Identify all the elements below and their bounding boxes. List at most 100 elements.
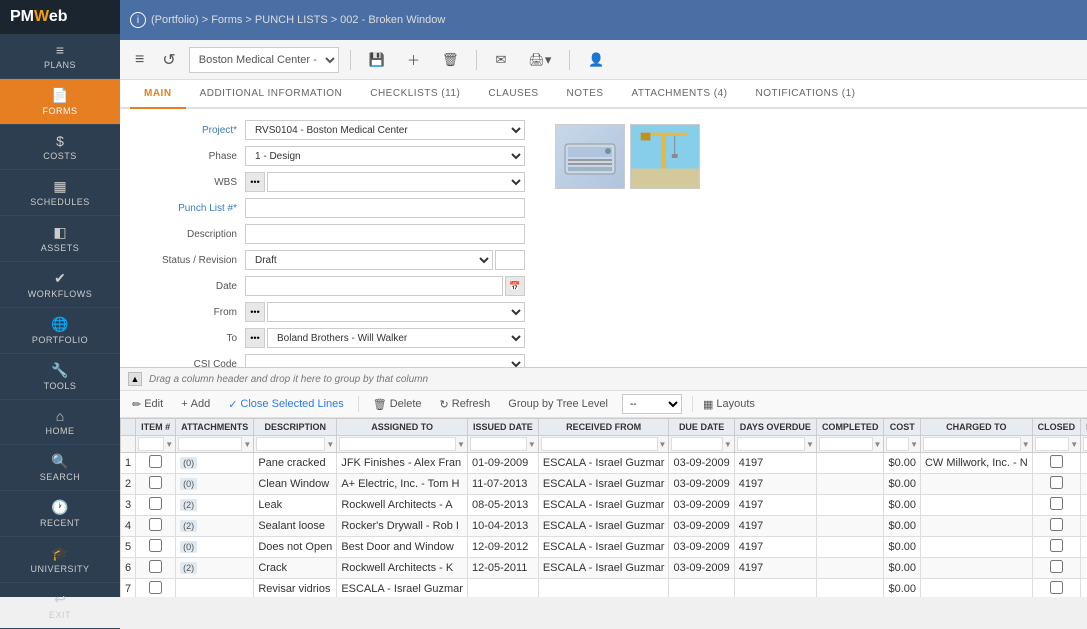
row-closed[interactable] bbox=[1032, 516, 1081, 537]
tab-attachments[interactable]: ATTACHMENTS (4) bbox=[618, 80, 742, 109]
row-select-checkbox[interactable] bbox=[149, 455, 162, 468]
row-checkbox[interactable] bbox=[136, 537, 176, 558]
row-checkbox[interactable] bbox=[136, 474, 176, 495]
row-closed[interactable] bbox=[1032, 579, 1081, 598]
col-received-from[interactable]: RECEIVED FROM bbox=[538, 419, 669, 436]
collapse-button[interactable]: ▲ bbox=[128, 372, 142, 386]
row-closed[interactable] bbox=[1032, 474, 1081, 495]
filter-closed-input[interactable] bbox=[1035, 437, 1070, 451]
row-closed-checkbox[interactable] bbox=[1050, 581, 1063, 594]
sidebar-item-recent[interactable]: 🕐 RECENT bbox=[0, 491, 120, 537]
filter-issued-input[interactable] bbox=[470, 437, 527, 451]
col-due-date[interactable]: DUE DATE bbox=[669, 419, 734, 436]
description-input[interactable]: Broken Window bbox=[245, 224, 525, 244]
sidebar-item-university[interactable]: 🎓 UNIVERSITY bbox=[0, 537, 120, 583]
row-select-checkbox[interactable] bbox=[149, 581, 162, 594]
tree-level-select[interactable]: -- bbox=[622, 394, 682, 414]
filter-notes-input[interactable] bbox=[1083, 437, 1087, 451]
sidebar-item-portfolio[interactable]: 🌐 PORTFOLIO bbox=[0, 308, 120, 354]
sidebar-item-workflows[interactable]: ✔ WORKFLOWS bbox=[0, 262, 120, 308]
from-select[interactable] bbox=[267, 302, 525, 322]
row-select-checkbox[interactable] bbox=[149, 476, 162, 489]
sidebar-item-search[interactable]: 🔍 SEARCH bbox=[0, 445, 120, 491]
sidebar-item-costs[interactable]: $ COSTS bbox=[0, 125, 120, 170]
group-by-button[interactable]: Group by Tree Level bbox=[504, 396, 612, 412]
row-checkbox[interactable] bbox=[136, 558, 176, 579]
filter-assigned-input[interactable] bbox=[339, 437, 456, 451]
sidebar-item-schedules[interactable]: ▦ SCHEDULES bbox=[0, 170, 120, 216]
table-row[interactable]: 1(0)Pane crackedJFK Finishes - Alex Fran… bbox=[121, 453, 1087, 474]
filter-charged-input[interactable] bbox=[923, 437, 1021, 451]
row-closed-checkbox[interactable] bbox=[1050, 539, 1063, 552]
record-selector[interactable]: Boston Medical Center - 002 - Broke bbox=[189, 47, 339, 73]
row-closed[interactable] bbox=[1032, 453, 1081, 474]
row-closed-checkbox[interactable] bbox=[1050, 497, 1063, 510]
table-row[interactable]: 3(2)LeakRockwell Architects - A08-05-201… bbox=[121, 495, 1087, 516]
row-checkbox[interactable] bbox=[136, 579, 176, 598]
col-completed[interactable]: COMPLETED bbox=[816, 419, 884, 436]
sidebar-item-tools[interactable]: 🔧 TOOLS bbox=[0, 354, 120, 400]
undo-button[interactable]: ↺ bbox=[157, 47, 180, 73]
sidebar-item-exit[interactable]: ↩ EXIT bbox=[0, 583, 120, 629]
add-row-button[interactable]: + Add bbox=[177, 396, 214, 412]
status-select[interactable]: Draft bbox=[245, 250, 493, 270]
revision-input[interactable]: 0 bbox=[495, 250, 525, 270]
tab-checklists[interactable]: CHECKLISTS (11) bbox=[356, 80, 474, 109]
close-selected-button[interactable]: ✓ Close Selected Lines bbox=[224, 396, 348, 413]
project-select[interactable]: RVS0104 - Boston Medical Center bbox=[245, 120, 525, 140]
filter-received-input[interactable] bbox=[541, 437, 658, 451]
filter-desc-input[interactable] bbox=[256, 437, 325, 451]
filter-due-input[interactable] bbox=[671, 437, 722, 451]
filter-cost-input[interactable] bbox=[886, 437, 909, 451]
tab-clauses[interactable]: CLAUSES bbox=[474, 80, 552, 109]
menu-button[interactable]: ≡ bbox=[130, 48, 149, 72]
row-select-checkbox[interactable] bbox=[149, 560, 162, 573]
grid-table-container[interactable]: ITEM # ATTACHMENTS DESCRIPTION ASSIGNED … bbox=[120, 418, 1087, 597]
sidebar-item-plans[interactable]: ≡ PLANS bbox=[0, 34, 120, 79]
save-button[interactable]: 💾 bbox=[362, 48, 392, 72]
filter-completed-input[interactable] bbox=[819, 437, 873, 451]
user-button[interactable]: 👤 bbox=[581, 48, 611, 72]
col-notes[interactable]: NOTES bbox=[1081, 419, 1087, 436]
to-select[interactable]: Boland Brothers - Will Walker bbox=[267, 328, 525, 348]
date-picker-button[interactable]: 📅 bbox=[505, 276, 525, 296]
table-row[interactable]: 5(0)Does not OpenBest Door and Window12-… bbox=[121, 537, 1087, 558]
row-select-checkbox[interactable] bbox=[149, 539, 162, 552]
sidebar-item-home[interactable]: ⌂ HOME bbox=[0, 400, 120, 445]
col-attachments[interactable]: ATTACHMENTS bbox=[176, 419, 254, 436]
wbs-select[interactable] bbox=[267, 172, 525, 192]
row-closed-checkbox[interactable] bbox=[1050, 518, 1063, 531]
row-checkbox[interactable] bbox=[136, 453, 176, 474]
filter-att-input[interactable] bbox=[178, 437, 242, 451]
col-item[interactable]: ITEM # bbox=[136, 419, 176, 436]
col-charged-to[interactable]: CHARGED TO bbox=[920, 419, 1032, 436]
col-days-overdue[interactable]: DAYS OVERDUE bbox=[734, 419, 816, 436]
tab-main[interactable]: MAIN bbox=[130, 80, 186, 109]
row-closed[interactable] bbox=[1032, 495, 1081, 516]
table-row[interactable]: 2(0)Clean WindowA+ Electric, Inc. - Tom … bbox=[121, 474, 1087, 495]
row-closed[interactable] bbox=[1032, 558, 1081, 579]
row-closed-checkbox[interactable] bbox=[1050, 560, 1063, 573]
print-button[interactable]: 🖨▾ bbox=[521, 48, 558, 72]
tab-additional[interactable]: ADDITIONAL INFORMATION bbox=[186, 80, 357, 109]
date-input[interactable] bbox=[245, 276, 503, 296]
filter-item-input[interactable] bbox=[138, 437, 164, 451]
col-description[interactable]: DESCRIPTION bbox=[254, 419, 337, 436]
tab-notifications[interactable]: NOTIFICATIONS (1) bbox=[742, 80, 870, 109]
table-row[interactable]: 4(2)Sealant looseRocker's Drywall - Rob … bbox=[121, 516, 1087, 537]
email-button[interactable]: ✉ bbox=[488, 48, 513, 72]
col-assigned-to[interactable]: ASSIGNED TO bbox=[337, 419, 468, 436]
col-closed[interactable]: CLOSED bbox=[1032, 419, 1081, 436]
sidebar-item-assets[interactable]: ◧ ASSETS bbox=[0, 216, 120, 262]
punchlist-input[interactable]: 002 bbox=[245, 198, 525, 218]
row-checkbox[interactable] bbox=[136, 516, 176, 537]
row-closed[interactable] bbox=[1032, 537, 1081, 558]
refresh-button[interactable]: ↻ Refresh bbox=[436, 396, 495, 413]
table-row[interactable]: 7Revisar vidriosESCALA - Israel Guzmar$0… bbox=[121, 579, 1087, 598]
wbs-picker-button[interactable]: ••• bbox=[245, 172, 265, 192]
row-select-checkbox[interactable] bbox=[149, 497, 162, 510]
delete-row-button[interactable]: 🗑 Delete bbox=[369, 396, 426, 413]
tab-notes[interactable]: NOTES bbox=[553, 80, 618, 109]
csi-select[interactable] bbox=[245, 354, 525, 367]
table-row[interactable]: 6(2)CrackRockwell Architects - K12-05-20… bbox=[121, 558, 1087, 579]
